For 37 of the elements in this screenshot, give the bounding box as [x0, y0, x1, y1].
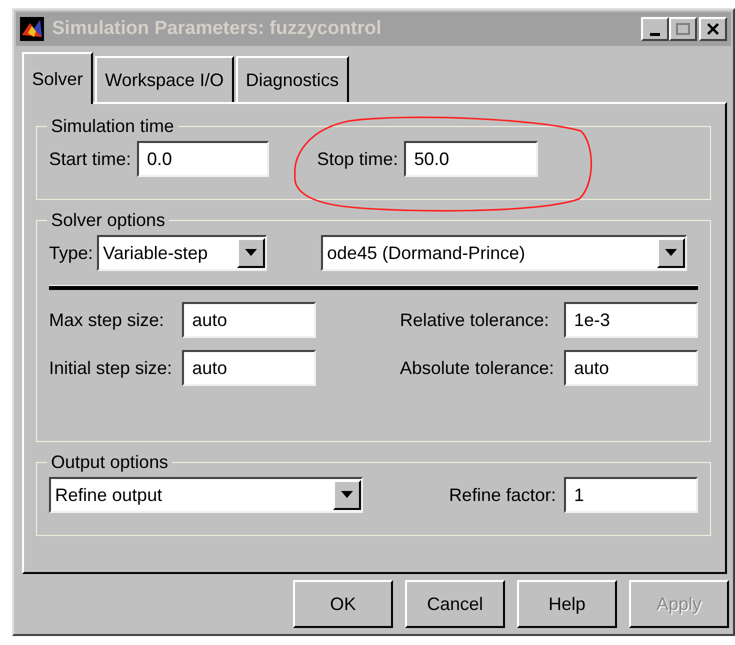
- field-label: Max step size:: [49, 310, 166, 330]
- minimize-icon: [650, 32, 660, 36]
- field-label: Stop time:: [317, 148, 398, 170]
- tab[interactable]: Workspace I/O: [95, 56, 234, 102]
- input-field[interactable]: 50.0: [404, 141, 538, 177]
- tab[interactable]: Solver: [22, 52, 94, 104]
- field-label: Refine factor:: [448, 484, 556, 506]
- tab[interactable]: Diagnostics: [236, 56, 349, 102]
- dropdown-arrow-icon: [245, 249, 258, 257]
- field-label: Type:: [49, 242, 94, 264]
- field-label: Initial step size:: [49, 358, 172, 378]
- type-dropdown[interactable]: Variable-step: [97, 235, 268, 271]
- maximize-icon: [676, 23, 690, 35]
- input-field[interactable]: 1e-3: [564, 302, 698, 338]
- field-label: Relative tolerance:: [400, 310, 550, 330]
- dialog-button[interactable]: Help: [517, 580, 617, 628]
- group-title: Simulation time: [50, 116, 176, 137]
- input-field[interactable]: auto: [564, 350, 698, 386]
- group-title: Solver options: [50, 210, 166, 231]
- dialog-button[interactable]: OK: [293, 580, 393, 628]
- app-logo-icon: [20, 17, 44, 41]
- field-label: Start time:: [49, 148, 132, 170]
- dropdown-arrow-icon: [341, 491, 353, 499]
- maximize-button[interactable]: [669, 17, 697, 41]
- dropdown-arrow-icon: [665, 249, 678, 257]
- input-field[interactable]: auto: [182, 350, 316, 386]
- output-dropdown[interactable]: Refine output: [49, 477, 363, 513]
- field-label: Absolute tolerance:: [400, 358, 554, 378]
- close-button[interactable]: [699, 17, 727, 41]
- minimize-button[interactable]: [641, 17, 669, 41]
- solver-dropdown[interactable]: ode45 (Dormand-Prince): [321, 235, 688, 271]
- input-field[interactable]: 0.0: [137, 141, 270, 177]
- input-field[interactable]: auto: [182, 302, 316, 338]
- group-title: Output options: [50, 452, 170, 473]
- close-icon: [707, 23, 719, 35]
- dialog-button[interactable]: Cancel: [405, 580, 505, 628]
- input-field[interactable]: 1: [564, 477, 698, 513]
